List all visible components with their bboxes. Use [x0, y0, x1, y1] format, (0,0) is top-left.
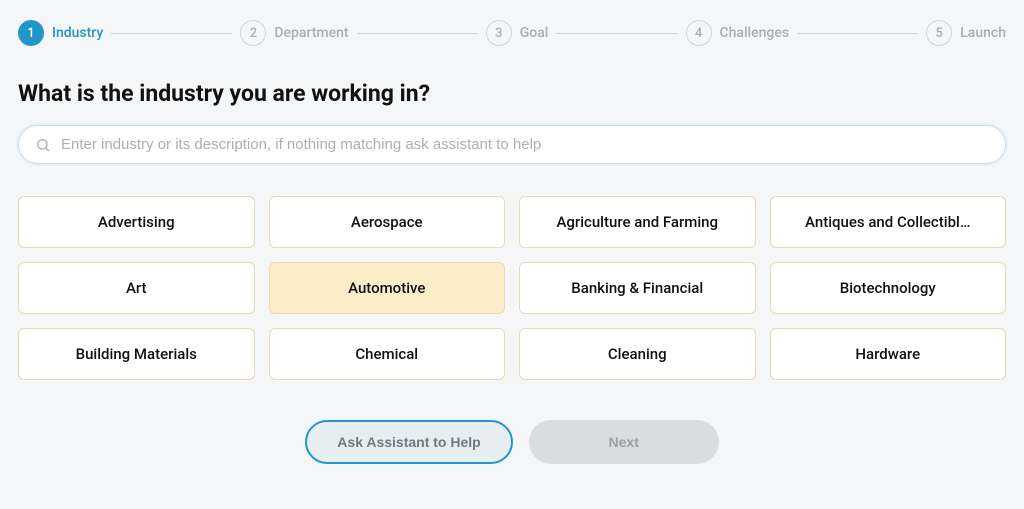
industry-tile-hardware[interactable]: Hardware: [770, 328, 1007, 380]
step-number: 3: [486, 20, 512, 46]
industry-tile-art[interactable]: Art: [18, 262, 255, 314]
search-icon: [35, 137, 51, 153]
step-number: 2: [240, 20, 266, 46]
step-number: 1: [18, 20, 44, 46]
industry-tile-antiques[interactable]: Antiques and Collectibl…: [770, 196, 1007, 248]
industry-tile-building-materials[interactable]: Building Materials: [18, 328, 255, 380]
industry-tile-aerospace[interactable]: Aerospace: [269, 196, 506, 248]
step-divider: [556, 33, 677, 34]
step-number: 5: [926, 20, 952, 46]
step-goal[interactable]: 3 Goal: [486, 20, 549, 46]
industry-tile-chemical[interactable]: Chemical: [269, 328, 506, 380]
step-divider: [357, 33, 478, 34]
search-input[interactable]: [61, 136, 989, 153]
industry-tile-biotechnology[interactable]: Biotechnology: [770, 262, 1007, 314]
step-label: Launch: [960, 25, 1006, 41]
industry-grid: Advertising Aerospace Agriculture and Fa…: [18, 196, 1006, 380]
industry-tile-advertising[interactable]: Advertising: [18, 196, 255, 248]
industry-tile-automotive[interactable]: Automotive Automotive: [269, 262, 506, 314]
step-label: Department: [274, 25, 348, 41]
step-label: Goal: [520, 25, 549, 41]
step-industry[interactable]: 1 Industry: [18, 20, 103, 46]
step-divider: [797, 33, 918, 34]
step-divider: [111, 33, 232, 34]
step-launch[interactable]: 5 Launch: [926, 20, 1006, 46]
next-button[interactable]: Next: [529, 420, 719, 464]
ask-assistant-button[interactable]: Ask Assistant to Help: [305, 420, 512, 464]
step-label: Industry: [52, 25, 103, 41]
actions-row: Ask Assistant to Help Next: [18, 420, 1006, 464]
stepper: 1 Industry 2 Department 3 Goal 4 Challen…: [18, 20, 1006, 46]
tile-label: Automotive: [348, 279, 425, 297]
page-title: What is the industry you are working in?: [18, 80, 1006, 107]
industry-tile-agriculture[interactable]: Agriculture and Farming: [519, 196, 756, 248]
industry-tile-banking[interactable]: Banking & Financial: [519, 262, 756, 314]
step-number: 4: [686, 20, 712, 46]
step-department[interactable]: 2 Department: [240, 20, 348, 46]
search-container[interactable]: [18, 125, 1006, 164]
industry-tile-cleaning[interactable]: Cleaning: [519, 328, 756, 380]
step-label: Challenges: [720, 25, 790, 41]
step-challenges[interactable]: 4 Challenges: [686, 20, 790, 46]
